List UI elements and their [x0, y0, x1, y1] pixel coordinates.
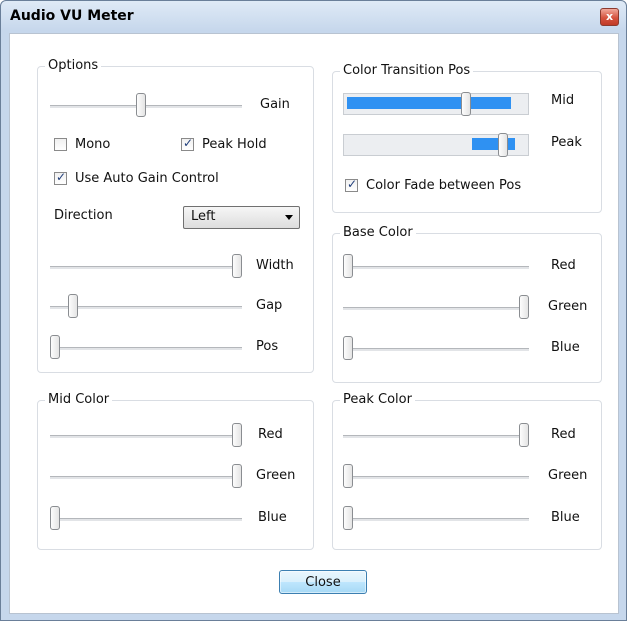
peak-hold-checkbox[interactable]: Peak Hold	[181, 136, 267, 152]
pos-slider-thumb[interactable]	[50, 335, 60, 359]
mid-blue-slider-thumb[interactable]	[50, 506, 60, 530]
peak-blue-slider-track[interactable]	[343, 518, 529, 521]
options-group-label: Options	[45, 58, 102, 74]
peak-red-slider-thumb[interactable]	[519, 423, 529, 447]
base-red-slider-thumb[interactable]	[343, 254, 353, 278]
base-green-slider-thumb[interactable]	[519, 295, 529, 319]
mono-label: Mono	[75, 137, 111, 152]
dialog-client-area: Options Gain Mono Peak Hold Use Auto Gai…	[9, 33, 619, 614]
mono-checkbox-box[interactable]	[54, 138, 67, 151]
chevron-down-icon	[285, 215, 293, 220]
mid-pos-thumb[interactable]	[460, 92, 471, 116]
peak-pos-label: Peak	[551, 135, 582, 150]
width-slider-track[interactable]	[50, 266, 242, 269]
mono-checkbox[interactable]: Mono	[54, 137, 110, 152]
peak-pos-fill	[472, 138, 515, 150]
direction-value: Left	[191, 209, 216, 224]
mid-pos-label: Mid	[551, 93, 575, 108]
mid-red-slider-track[interactable]	[50, 435, 242, 438]
peak-green-slider-thumb[interactable]	[343, 464, 353, 488]
gain-slider-track[interactable]	[50, 105, 242, 108]
peak-blue-slider-thumb[interactable]	[343, 506, 353, 530]
peak-hold-label: Peak Hold	[202, 137, 267, 152]
peak-green-slider-track[interactable]	[343, 476, 529, 479]
base-blue-slider-track[interactable]	[343, 348, 529, 351]
dialog-window: Audio VU Meter x Options Gain Mono Peak …	[0, 0, 627, 621]
color-fade-checkbox-box[interactable]	[345, 177, 358, 192]
peak-red-label: Red	[551, 427, 576, 442]
color-fade-checkbox[interactable]: Color Fade between Pos	[345, 177, 522, 193]
window-title: Audio VU Meter	[10, 8, 134, 24]
mid-green-slider-track[interactable]	[50, 476, 242, 479]
mid-red-slider-thumb[interactable]	[232, 423, 242, 447]
gap-slider-thumb[interactable]	[68, 294, 79, 318]
base-color-group-label: Base Color	[340, 225, 416, 241]
mid-red-label: Red	[258, 427, 283, 442]
width-label: Width	[256, 258, 294, 273]
auto-gain-checkbox-box[interactable]	[54, 170, 67, 185]
auto-gain-label: Use Auto Gain Control	[75, 171, 219, 186]
pos-label: Pos	[256, 339, 279, 354]
base-green-label: Green	[548, 299, 588, 314]
gain-slider-thumb[interactable]	[135, 93, 146, 117]
peak-red-slider-track[interactable]	[343, 435, 529, 438]
gap-label: Gap	[256, 298, 283, 313]
peak-green-label: Green	[548, 468, 588, 483]
base-red-slider-track[interactable]	[343, 266, 529, 269]
width-slider-thumb[interactable]	[232, 254, 242, 278]
direction-dropdown[interactable]: Left	[183, 206, 300, 229]
peak-blue-label: Blue	[551, 510, 580, 525]
direction-label: Direction	[54, 208, 113, 223]
peak-hold-checkbox-box[interactable]	[181, 136, 194, 151]
color-transition-group-label: Color Transition Pos	[340, 63, 474, 79]
auto-gain-checkbox[interactable]: Use Auto Gain Control	[54, 170, 219, 186]
close-button[interactable]: Close	[279, 570, 367, 594]
mid-green-slider-thumb[interactable]	[232, 464, 242, 488]
gain-label: Gain	[260, 97, 290, 112]
pos-slider-track[interactable]	[50, 347, 242, 350]
peak-color-group-label: Peak Color	[340, 392, 415, 408]
base-blue-slider-thumb[interactable]	[343, 336, 353, 360]
mid-pos-fill	[347, 97, 511, 109]
close-icon[interactable]: x	[600, 8, 619, 26]
base-green-slider-track[interactable]	[343, 307, 529, 310]
color-fade-label: Color Fade between Pos	[366, 178, 522, 193]
mid-green-label: Green	[256, 468, 296, 483]
mid-color-group-label: Mid Color	[45, 392, 113, 408]
mid-blue-slider-track[interactable]	[50, 518, 242, 521]
mid-blue-label: Blue	[258, 510, 287, 525]
gap-slider-track[interactable]	[50, 306, 242, 309]
base-blue-label: Blue	[551, 340, 580, 355]
base-red-label: Red	[551, 258, 576, 273]
peak-pos-thumb[interactable]	[497, 133, 508, 157]
